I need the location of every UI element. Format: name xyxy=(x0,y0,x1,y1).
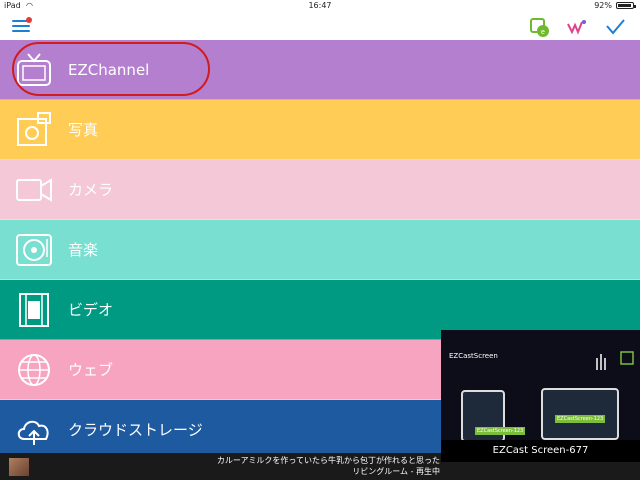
menu-item-music[interactable]: 音楽 xyxy=(0,220,640,280)
battery-percent: 92% xyxy=(594,1,612,10)
now-playing-status: リビングルーム - 再生中 xyxy=(352,467,440,476)
preview-device-b: EZCastScreen-123 xyxy=(555,415,606,423)
notification-dot xyxy=(26,17,32,23)
highlight-circle xyxy=(12,42,210,96)
wave-icon[interactable] xyxy=(566,16,588,38)
album-art xyxy=(9,458,29,476)
photo-icon xyxy=(17,112,51,146)
ezcast-icon[interactable]: e xyxy=(528,16,550,38)
menu-item-ezchannel[interactable]: EZChannel xyxy=(0,40,640,100)
preview-tablet xyxy=(541,388,619,440)
camera-icon xyxy=(16,178,52,202)
menu-item-label: カメラ xyxy=(68,181,114,199)
gesture-icon xyxy=(596,351,634,370)
menu-item-label: 写真 xyxy=(68,121,99,139)
menu-item-camera[interactable]: カメラ xyxy=(0,160,640,220)
menu-item-label: ビデオ xyxy=(68,301,114,319)
preview-title: EZCastScreen xyxy=(449,352,498,360)
svg-text:e: e xyxy=(541,29,545,36)
now-playing-text: カルーアミルクを作っていたら牛乳から包丁が作れると思った リビングルーム - 再… xyxy=(150,455,440,477)
check-icon[interactable] xyxy=(604,16,626,38)
menu-item-photo[interactable]: 写真 xyxy=(0,100,640,160)
status-bar: iPad ◠ 16:47 92% xyxy=(0,0,640,12)
menu-item-label: クラウドストレージ xyxy=(68,421,203,439)
preview-caption: EZCast Screen-677 xyxy=(441,440,640,462)
battery-icon xyxy=(616,2,636,9)
clock: 16:47 xyxy=(308,1,332,10)
menu-icon[interactable] xyxy=(12,17,32,34)
web-icon xyxy=(18,354,50,386)
video-icon xyxy=(19,293,49,327)
screen-preview[interactable]: EZCastScreen EZCastScreen-123 EZCastScre… xyxy=(441,330,640,462)
cloud-icon xyxy=(17,420,49,445)
top-toolbar: e xyxy=(0,12,640,40)
preview-device-a: EZCastScreen-123 xyxy=(475,427,526,435)
music-icon xyxy=(16,234,52,266)
menu-item-label: 音楽 xyxy=(68,241,99,259)
now-playing-title: カルーアミルクを作っていたら牛乳から包丁が作れると思った xyxy=(216,456,440,465)
menu-item-label: ウェブ xyxy=(68,361,114,379)
